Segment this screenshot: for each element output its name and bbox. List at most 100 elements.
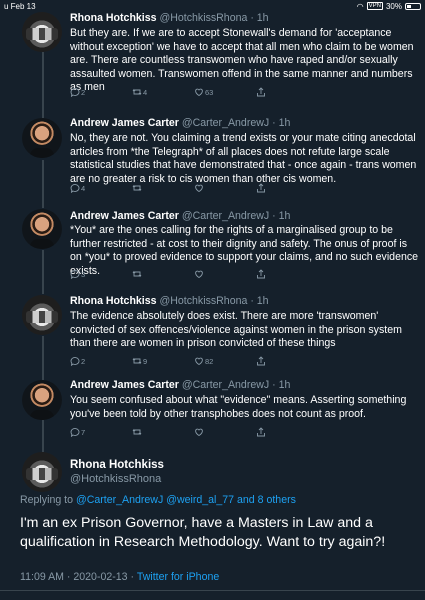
reply-button[interactable]: 2 — [70, 356, 132, 366]
battery-percent: 30% — [385, 1, 402, 11]
retweet-icon — [132, 428, 142, 436]
share-button[interactable] — [256, 183, 318, 193]
source-link[interactable]: Twitter for iPhone — [137, 571, 219, 583]
display-name[interactable]: Rhona Hotchkiss — [70, 12, 157, 24]
display-name[interactable]: Rhona Hotchkiss — [70, 459, 164, 471]
status-bar: u Feb 13 ◠ VPN 30% — [0, 0, 425, 12]
thread-line — [42, 160, 44, 208]
reply-count: 7 — [81, 427, 86, 437]
thread-line — [42, 336, 44, 380]
reply-count: 4 — [81, 183, 86, 193]
avatar[interactable] — [22, 118, 62, 158]
like-count: 82 — [205, 356, 214, 366]
replying-to-label: Replying to — [20, 494, 76, 506]
divider — [0, 590, 425, 591]
retweet-button[interactable]: 4 — [132, 87, 194, 97]
like-button[interactable] — [194, 427, 256, 437]
vpn-badge: VPN — [366, 2, 383, 10]
reply-icon — [70, 184, 80, 193]
retweet-button[interactable] — [132, 183, 194, 193]
thread-line — [42, 420, 44, 452]
reply-count: 2 — [81, 356, 86, 366]
retweet-button[interactable] — [132, 427, 194, 437]
share-icon — [257, 427, 265, 437]
display-name[interactable]: Andrew James Carter — [70, 117, 179, 129]
reply-button[interactable]: 2 — [70, 87, 132, 97]
tweet-actions: 2 9 82 — [70, 356, 318, 366]
handle: @Carter_AndrewJ · 1h — [181, 117, 291, 129]
like-button[interactable] — [194, 269, 256, 279]
tweet-actions: 7 — [70, 427, 318, 437]
like-icon — [195, 184, 203, 193]
retweet-button[interactable]: 9 — [132, 356, 194, 366]
like-button[interactable]: 82 — [194, 356, 256, 366]
retweet-icon — [132, 88, 142, 96]
retweet-count: 9 — [143, 356, 148, 366]
battery-icon — [405, 2, 421, 10]
retweet-icon — [132, 270, 142, 278]
handle: @Carter_AndrewJ · 1h — [181, 379, 291, 391]
reply-button[interactable]: 7 — [70, 427, 132, 437]
share-icon — [257, 183, 265, 193]
tweet-header: Andrew James Carter @Carter_AndrewJ · 1h — [70, 379, 290, 391]
tweet-text: I'm an ex Prison Governor, have a Master… — [20, 515, 386, 550]
like-icon — [195, 88, 203, 97]
tweet-text: You seem confused about what "evidence" … — [70, 394, 407, 420]
display-name[interactable]: Andrew James Carter — [70, 210, 179, 222]
avatar[interactable] — [22, 209, 62, 249]
status-indicators: ◠ VPN 30% — [357, 2, 421, 11]
tweet-text: But they are. If we are to accept Stonew… — [70, 27, 414, 94]
share-button[interactable] — [256, 269, 318, 279]
tweet-actions: 2 4 63 — [70, 87, 318, 97]
avatar[interactable] — [22, 380, 62, 420]
like-button[interactable] — [194, 183, 256, 193]
like-icon — [195, 357, 203, 366]
wifi-icon: ◠ — [356, 1, 364, 11]
retweet-icon — [132, 184, 142, 192]
status-time: u Feb 13 — [4, 1, 36, 11]
tweet-header: Andrew James Carter @Carter_AndrewJ · 1h — [70, 210, 290, 222]
like-button[interactable]: 63 — [194, 87, 256, 97]
handle[interactable]: @HotchkissRhona — [70, 473, 161, 485]
tweet-text: The evidence absolutely does exist. Ther… — [70, 310, 402, 350]
thread-line — [42, 52, 44, 118]
retweet-count: 4 — [143, 87, 148, 97]
avatar[interactable] — [22, 452, 62, 492]
reply-button[interactable]: 3 — [70, 269, 132, 279]
display-name[interactable]: Rhona Hotchkiss — [70, 295, 157, 307]
tweet-text: No, they are not. You claiming a trend e… — [70, 132, 417, 185]
avatar[interactable] — [22, 295, 62, 335]
tweet-header: Rhona Hotchkiss @HotchkissRhona · 1h — [70, 12, 269, 24]
retweet-button[interactable] — [132, 269, 194, 279]
reply-icon — [70, 428, 80, 437]
thread-line — [42, 250, 44, 294]
reply-count: 2 — [81, 87, 86, 97]
like-icon — [195, 428, 203, 437]
share-button[interactable] — [256, 87, 318, 97]
avatar[interactable] — [22, 12, 62, 52]
replying-to: Replying to @Carter_AndrewJ @weird_al_77… — [20, 494, 296, 506]
tweet-header: Rhona Hotchkiss @HotchkissRhona · 1h — [70, 295, 269, 307]
tweet-actions: 4 — [70, 183, 318, 193]
share-button[interactable] — [256, 427, 318, 437]
retweet-icon — [132, 357, 142, 365]
handle: @HotchkissRhona · 1h — [159, 295, 269, 307]
like-icon — [195, 270, 203, 279]
handle: @Carter_AndrewJ · 1h — [181, 210, 291, 222]
share-icon — [257, 87, 265, 97]
tweet-actions: 3 — [70, 269, 318, 279]
reply-icon — [70, 88, 80, 97]
display-name[interactable]: Andrew James Carter — [70, 379, 179, 391]
timestamp[interactable]: 11:09 AM · 2020-02-13 · — [20, 571, 137, 583]
share-button[interactable] — [256, 356, 318, 366]
tweet-header: Andrew James Carter @Carter_AndrewJ · 1h — [70, 117, 290, 129]
tweet-meta: 11:09 AM · 2020-02-13 · Twitter for iPho… — [20, 571, 219, 583]
reply-button[interactable]: 4 — [70, 183, 132, 193]
share-icon — [257, 269, 265, 279]
reply-icon — [70, 357, 80, 366]
reply-count: 3 — [81, 269, 86, 279]
reply-icon — [70, 270, 80, 279]
mention-links[interactable]: @Carter_AndrewJ @weird_al_77 and 8 other… — [76, 494, 296, 506]
like-count: 63 — [205, 87, 214, 97]
share-icon — [257, 356, 265, 366]
